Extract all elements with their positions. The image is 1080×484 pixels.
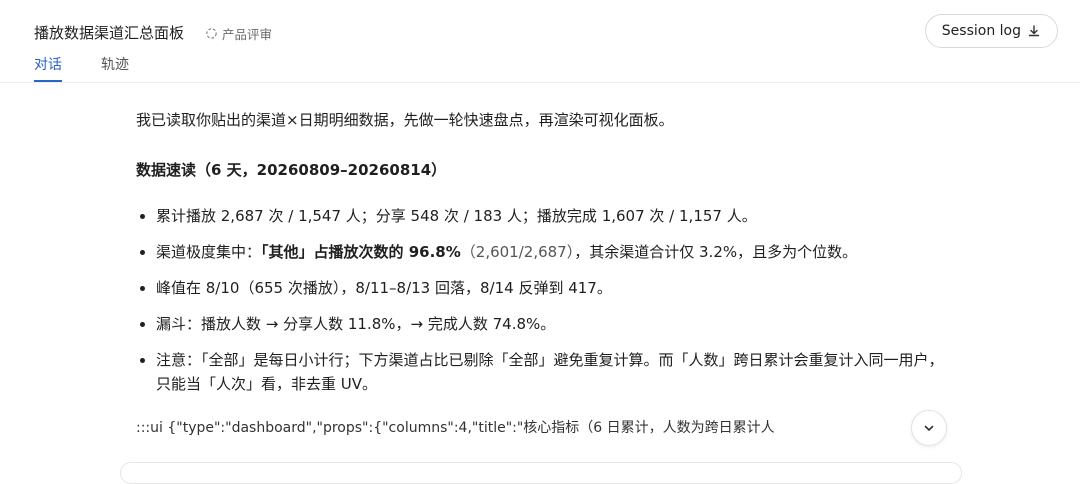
header-divider — [0, 82, 1080, 83]
page-title: 播放数据渠道汇总面板 — [34, 24, 185, 42]
bullet-detail: （2,601/2,687） — [460, 243, 575, 261]
tab-trace[interactable]: 轨迹 — [101, 54, 129, 74]
message-intro: 我已读取你贴出的渠道×日期明细数据，先做一轮快速盘点，再渲染可视化面板。 — [136, 111, 674, 129]
bullet-text: 渠道极度集中： — [156, 243, 262, 261]
review-label: 产品评审 — [222, 27, 273, 42]
session-log-label: Session log — [941, 23, 1021, 39]
list-item: 渠道极度集中：「其他」占播放次数的 96.8%（2,601/2,687），其余渠… — [136, 240, 956, 264]
top-header: 播放数据渠道汇总面板 产品评审 Session log 对话 轨迹 — [0, 0, 1080, 82]
message-composer[interactable] — [120, 462, 962, 484]
assistant-message: 我已读取你贴出的渠道×日期明细数据，先做一轮快速盘点，再渲染可视化面板。 数据速… — [136, 108, 956, 440]
review-tag[interactable]: 产品评审 — [205, 24, 272, 43]
summary-list: 累计播放 2,687 次 / 1,547 人；分享 548 次 / 183 人；… — [136, 204, 956, 396]
chevron-down-icon — [924, 425, 934, 431]
section-title: 数据速读（6 天，20260809–20260814） — [136, 161, 447, 179]
tab-trace-label: 轨迹 — [101, 57, 129, 73]
bullet-text: ，其余渠道合计仅 3.2%，且多为个位数。 — [574, 243, 858, 261]
review-icon — [206, 28, 217, 39]
bullet-emphasis: 「其他」占播放次数的 96.8% — [261, 243, 461, 261]
session-log-button[interactable]: Session log — [924, 14, 1058, 48]
list-item: 峰值在 8/10（655 次播放），8/11–8/13 回落，8/14 反弹到 … — [136, 276, 956, 300]
list-item: 漏斗：播放人数 → 分享人数 11.8%，→ 完成人数 74.8%。 — [136, 312, 956, 336]
tab-chat[interactable]: 对话 — [34, 54, 62, 82]
ui-directive-line: :::ui {"type":"dashboard","props":{"colu… — [136, 420, 775, 436]
list-item: 注意：「全部」是每日小计行；下方渠道占比已剔除「全部」避免重复计算。而「人数」跨… — [136, 348, 956, 396]
scroll-down-button[interactable] — [911, 410, 947, 446]
download-icon — [1028, 25, 1040, 37]
tab-chat-label: 对话 — [34, 57, 62, 73]
list-item: 累计播放 2,687 次 / 1,547 人；分享 548 次 / 183 人；… — [136, 204, 956, 228]
